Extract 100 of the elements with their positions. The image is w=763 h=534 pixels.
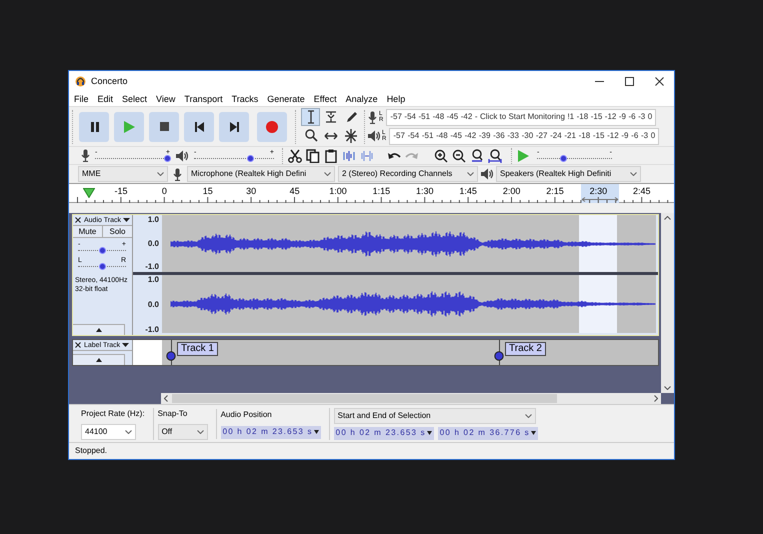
gain-slider[interactable] [78, 246, 126, 254]
pan-slider[interactable] [78, 262, 126, 270]
slider-thumb[interactable] [98, 247, 106, 254]
project-rate-dropdown[interactable]: 44100 [81, 424, 136, 440]
meter-scale-label: -6 [628, 111, 636, 123]
dropdown-value: Off [162, 426, 172, 438]
cut-button[interactable] [286, 147, 303, 164]
meter-scale-label: -42 [460, 111, 472, 123]
close-track-button[interactable] [73, 215, 83, 225]
record-button[interactable] [257, 112, 287, 142]
meter-scale-label: -51 [422, 130, 434, 142]
menu-item[interactable]: Generate [267, 94, 305, 104]
fit-project-button[interactable] [486, 147, 503, 164]
slider-thumb[interactable] [164, 155, 172, 162]
snap-to-dropdown[interactable]: Off [158, 424, 208, 440]
close-track-button[interactable] [73, 340, 83, 350]
stop-button[interactable] [149, 112, 179, 142]
meter-scale-label: -57 [390, 111, 402, 123]
collapse-track-button[interactable] [73, 324, 125, 335]
menu-item[interactable]: Select [122, 94, 148, 104]
meter-scale-label: -15 [592, 130, 604, 142]
microphone-icon [81, 149, 90, 162]
zoom-fit-icon [488, 148, 502, 162]
label-marker-icon [166, 351, 176, 361]
audio-position-field[interactable]: 00 h 02 m 23.653 s [220, 426, 321, 438]
envelope-icon [324, 109, 338, 125]
meter-scale-label: -48 [436, 130, 448, 142]
caret-icon [630, 172, 637, 176]
dropdown-value: Speakers (Realtek High Definiti [500, 168, 612, 180]
slider-thumb[interactable] [98, 263, 106, 270]
slider-thumb[interactable] [246, 155, 254, 162]
menu-item[interactable]: Edit [98, 94, 114, 104]
playback-device-dropdown[interactable]: Speakers (Realtek High Definiti [496, 166, 641, 182]
menu-item[interactable]: Help [386, 94, 406, 104]
selection-mode-dropdown[interactable]: Start and End of Selection [334, 408, 536, 424]
meter-scale-label: - [474, 111, 478, 123]
scroll-up-icon [664, 216, 671, 220]
speaker-icon [481, 168, 493, 180]
collapse-track-button[interactable] [73, 354, 125, 365]
asterisk-icon [344, 128, 358, 144]
zoom-in-button[interactable] [432, 147, 449, 164]
zoom-out-button[interactable] [450, 147, 467, 164]
ruler-tick-label: 2:00 [502, 187, 520, 196]
recording-meter[interactable]: -57 -54 -51 -48 -45 -42 - Click to Start Monitoring !1 -18 -15 -12 -9 -6 -3 0 [386, 108, 656, 126]
skip-to-start-button[interactable] [184, 112, 214, 142]
audio-host-dropdown[interactable]: MME [78, 166, 168, 182]
microphone-icon [368, 110, 377, 124]
skip-to-end-button[interactable] [219, 112, 249, 142]
microphone-icon [173, 168, 182, 180]
pause-icon [90, 122, 98, 132]
menu-item[interactable]: Effect [314, 94, 337, 104]
copy-button[interactable] [304, 147, 321, 164]
menu-item[interactable]: Transport [184, 94, 223, 104]
meter-scale-label: -18 [578, 130, 590, 142]
menu-item[interactable]: Analyze [346, 94, 378, 104]
mute-button[interactable]: Mute [73, 226, 103, 237]
recording-channels-dropdown[interactable]: 2 (Stereo) Recording Channels [338, 166, 478, 182]
meter-scale-label: -9 [621, 130, 628, 142]
monitoring-message: Click to Start Monitoring [480, 111, 565, 123]
slider-thumb[interactable] [560, 155, 567, 162]
play-speed-slider[interactable] [537, 154, 612, 162]
ruler-tick-label: 1:15 [372, 187, 390, 196]
playback-meter[interactable]: -57 -54 -51 -48 -45 -42 -39 -36 -33 -30 -27 -24 -21 -18 -15 -12 -9 -6 -3 0 [389, 128, 660, 144]
caret-icon [157, 172, 164, 176]
timeline-ruler[interactable]: -15 0 15 30 45 1:00 1:15 1:30 1:45 2:00 2:15 2:30 2:45 [69, 183, 674, 203]
dropdown-value: Microphone (Realtek High Defini [191, 168, 306, 180]
recording-volume-slider[interactable] [95, 154, 170, 162]
selection-arrow-icon [581, 197, 619, 202]
recording-device-dropdown[interactable]: Microphone (Realtek High Defini [187, 166, 335, 182]
solo-button[interactable]: Solo [103, 226, 132, 237]
caret-icon [530, 431, 536, 435]
ruler-tick-label: 1:00 [329, 187, 347, 196]
vertical-scrollbar[interactable] [661, 213, 674, 393]
caret-icon [125, 430, 132, 434]
menu-item[interactable]: View [156, 94, 176, 104]
status-text: Stopped. [75, 445, 108, 457]
pause-button[interactable] [79, 112, 109, 142]
meter-scale-label: -48 [432, 111, 444, 123]
track-label[interactable]: Track 1 [177, 342, 218, 356]
selection-start-field[interactable]: 00 h 02 m 23.653 s [334, 426, 434, 440]
scrollbar-thumb[interactable] [172, 394, 557, 403]
menu-item[interactable]: File [74, 94, 89, 104]
track-label[interactable]: Track 2 [505, 342, 546, 356]
silence-icon [360, 148, 374, 162]
amplitude-label: 1.0 [148, 216, 159, 224]
ruler-tick-label: 1:30 [416, 187, 434, 196]
snap-to-label: Snap-To [158, 408, 188, 420]
amplitude-label: 0.0 [148, 301, 159, 309]
ruler-tick-label: 2:15 [546, 187, 564, 196]
horizontal-scrollbar[interactable] [161, 393, 661, 404]
selection-highlight [579, 215, 617, 272]
dropdown-value: 44100 [85, 426, 108, 438]
meter-scale-label: -54 [408, 130, 420, 142]
selection-end-field[interactable]: 00 h 02 m 36.776 s [438, 426, 538, 440]
menu-item[interactable]: Tracks [232, 94, 258, 104]
meter-scale-label: -24 [550, 130, 562, 142]
record-icon [266, 120, 278, 132]
playback-volume-slider[interactable] [194, 154, 274, 162]
selection-tool[interactable] [301, 108, 320, 126]
meter-scale-label: -30 [522, 130, 534, 142]
